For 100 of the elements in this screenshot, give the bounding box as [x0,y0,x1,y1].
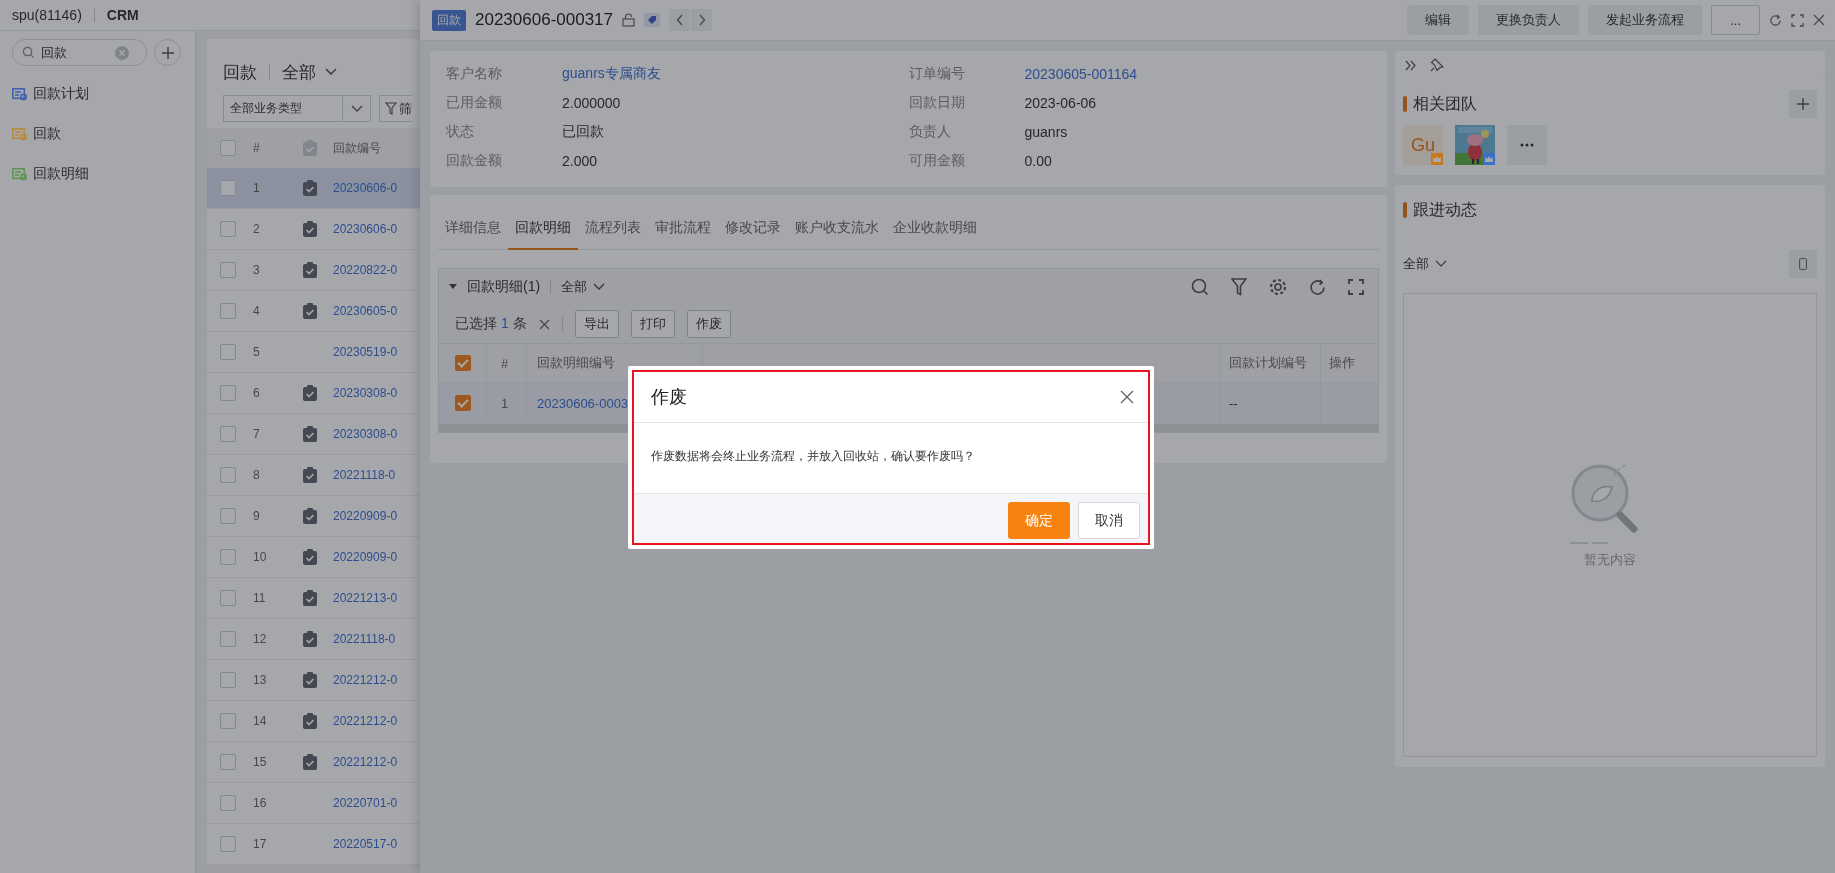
filter-icon[interactable] [1231,278,1247,296]
tab[interactable]: 回款明细 [508,211,578,250]
checkbox[interactable] [220,713,236,729]
field-link[interactable]: guanrs专属商友 [562,64,661,83]
tab[interactable]: 修改记录 [718,211,788,250]
type-select[interactable]: 全部业务类型 [223,95,371,122]
record-link[interactable]: 20221212-0 [333,673,398,687]
nav-item[interactable]: 回款 [33,125,61,143]
tab[interactable]: 审批流程 [648,211,718,250]
checkbox[interactable] [220,140,236,156]
field-value: guanrs [1024,123,1068,140]
record-link[interactable]: 20230308-0 [333,427,398,441]
pin-icon[interactable] [1430,58,1444,72]
record-link[interactable]: 20221213-0 [333,591,398,605]
tab[interactable]: 企业收款明细 [886,211,984,250]
checkbox[interactable] [220,344,236,360]
tab[interactable]: 账户收支流水 [788,211,886,250]
close-icon[interactable] [1813,14,1825,26]
record-link[interactable]: 20220701-0 [333,796,398,810]
record-link[interactable]: 20220909-0 [333,509,398,523]
field-label: 负责人 [908,122,952,141]
checkbox[interactable] [220,754,236,770]
checkbox[interactable] [220,508,236,524]
tab[interactable]: 流程列表 [578,211,648,250]
scope-dropdown[interactable]: 全部 [1403,255,1447,273]
record-link[interactable]: 20230606-0 [333,181,398,195]
chevron-down-icon [593,283,606,291]
lock-icon[interactable] [622,13,636,27]
row-number: 6 [252,386,261,400]
column-header: 回款编号 [333,139,381,157]
row-number: 14 [252,714,268,728]
action-button[interactable]: ... [1711,5,1760,35]
checkbox[interactable] [220,631,236,647]
refresh-icon[interactable] [1769,13,1782,27]
refresh-icon[interactable] [1309,278,1326,296]
checkbox[interactable] [220,303,236,319]
record-link[interactable]: 20230308-0 [333,386,398,400]
record-link[interactable]: 20220822-0 [333,263,398,277]
table-cell: -- [1221,383,1321,423]
chevron-down-icon [350,104,363,113]
checkbox[interactable] [220,467,236,483]
double-chevron-icon[interactable] [1405,59,1416,71]
action-button[interactable]: 更换负责人 [1478,5,1580,35]
toolbar-button[interactable]: 作废 [686,310,731,338]
fullscreen-icon[interactable] [1348,279,1364,295]
record-link[interactable]: 20230605-0 [333,304,398,318]
action-button[interactable]: 发起业务流程 [1588,5,1703,35]
record-link[interactable]: 20221212-0 [333,714,398,728]
settings-icon[interactable] [1269,278,1287,296]
more-button[interactable] [1507,125,1547,165]
checkbox[interactable] [220,590,236,606]
filter-button[interactable]: 筛 [379,95,412,122]
search-icon[interactable] [1191,278,1209,296]
record-link[interactable]: 20220517-0 [333,837,398,851]
record-link[interactable]: 20221212-0 [333,755,398,769]
record-link[interactable]: 20230519-0 [333,345,398,359]
clear-icon[interactable] [115,45,129,60]
table-title: 回款明细(1) [467,278,541,296]
phone-button[interactable] [1789,250,1817,278]
action-button[interactable]: 编辑 [1407,5,1470,35]
tag-icon[interactable] [644,13,661,27]
next-button[interactable] [691,9,713,31]
add-button[interactable] [1789,90,1817,118]
toolbar-button[interactable]: 打印 [630,310,675,338]
avatar[interactable]: Gu [1403,125,1443,165]
checkbox[interactable] [454,395,471,411]
record-link[interactable]: 20221118-0 [333,468,396,482]
tab[interactable]: 详细信息 [438,211,508,250]
clipboard-icon [302,139,318,157]
record-link[interactable]: 20220909-0 [333,550,398,564]
checkbox[interactable] [220,385,236,401]
clear-selection-icon[interactable] [538,318,550,330]
checkbox[interactable] [220,672,236,688]
record-link[interactable]: 20221118-0 [333,632,396,646]
cancel-button[interactable]: 取消 [1078,502,1140,539]
checkbox[interactable] [220,426,236,442]
close-icon[interactable] [1120,390,1134,404]
checkbox[interactable] [220,262,236,278]
confirm-button[interactable]: 确定 [1008,502,1070,539]
column-header: 操作 [1328,354,1356,372]
nav-item[interactable]: 回款明细 [33,165,89,183]
search-field[interactable]: 回款 [12,39,147,66]
nav-item[interactable]: 回款计划 [33,85,89,103]
checkbox[interactable] [454,355,471,371]
checkbox[interactable] [220,836,236,852]
field-link[interactable]: 20230605-001164 [1024,65,1138,82]
previous-button[interactable] [669,9,691,31]
checkbox[interactable] [220,549,236,565]
toolbar-button[interactable]: 导出 [574,310,619,338]
collapse-icon[interactable] [449,284,457,290]
scope-dropdown[interactable]: 全部 [282,60,338,84]
row-number: 11 [252,591,267,605]
fullscreen-icon[interactable] [1791,13,1804,27]
scope-dropdown[interactable]: 全部 [561,278,606,296]
checkbox[interactable] [220,221,236,237]
record-link[interactable]: 20230606-0 [333,222,398,236]
add-button[interactable] [154,39,181,66]
row-number: 8 [252,468,261,482]
checkbox[interactable] [220,795,236,811]
checkbox[interactable] [220,180,236,196]
